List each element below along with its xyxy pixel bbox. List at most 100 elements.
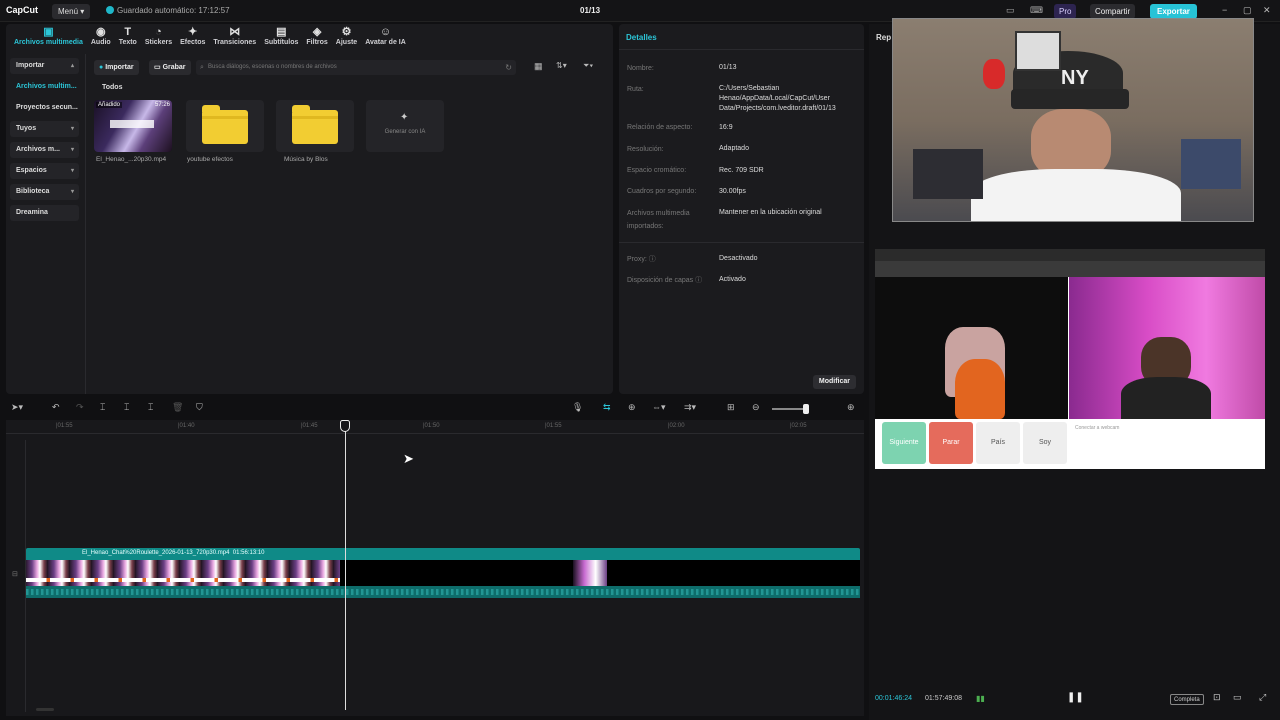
media-card-video[interactable]: Añadido 57:26 — [94, 100, 172, 152]
sidebar-item-label: Proyectos secun... — [16, 104, 78, 111]
sidebar-item-yours[interactable]: Tuyos ▾ — [10, 121, 79, 137]
tab-filters[interactable]: ◈ Filtros — [302, 24, 331, 52]
split-right-icon[interactable]: ⌶ — [148, 402, 153, 413]
sidebar-item-label: Biblioteca — [16, 188, 50, 195]
next-button[interactable]: Siguiente — [882, 422, 926, 464]
playhead-line[interactable] — [345, 420, 346, 710]
tab-adjust[interactable]: ⚙ Ajuste — [332, 24, 361, 52]
search-placeholder: Busca diálogos, escenas o nombres de arc… — [208, 64, 337, 70]
sidebar-item-archives[interactable]: Archivos m... ▾ — [10, 142, 79, 158]
pro-button[interactable]: Pro — [1054, 4, 1077, 19]
detail-key: Espacio cromático: — [627, 167, 687, 174]
sidebar-item-library[interactable]: Biblioteca ▾ — [10, 184, 79, 200]
tab-label: Avatar de IA — [365, 39, 406, 46]
keyboard-icon[interactable]: ⌨ — [1030, 5, 1043, 16]
close-button[interactable]: ✕ — [1263, 5, 1271, 16]
project-title: 01/13 — [580, 6, 601, 15]
sidebar-item-dreamina[interactable]: Dreamina — [10, 205, 79, 221]
redo-icon[interactable]: ↷ — [76, 402, 84, 413]
fullscreen-icon[interactable]: ⤢ — [1259, 692, 1266, 703]
filter-icon[interactable]: ⏷▾ — [583, 61, 593, 71]
screenshot-icon[interactable]: ⊡ — [1213, 692, 1221, 703]
tab-audio[interactable]: ◉ Audio — [87, 24, 115, 52]
search-input[interactable]: ⌕ Busca diálogos, escenas o nombres de ar… — [196, 60, 516, 75]
magnet-icon[interactable]: ⊕ — [628, 402, 636, 413]
tab-text[interactable]: T Texto — [115, 24, 141, 52]
preview-axis-icon[interactable]: ⇉▾ — [684, 402, 696, 413]
ruler-tick: |01:50 — [423, 423, 440, 429]
select-tool-icon[interactable]: ➤▾ — [11, 402, 23, 413]
generate-ai-card[interactable]: ✦ Generar con IA — [366, 100, 444, 152]
pause-icon[interactable]: ❚❚ — [1067, 692, 1084, 703]
clip-duration: 01:56:13:10 — [232, 550, 265, 556]
sidebar-item-label: Espacios — [16, 167, 47, 174]
video-clip-thumbnails[interactable] — [26, 560, 860, 586]
ratio-icon[interactable]: ▭ — [1233, 692, 1242, 703]
delete-icon[interactable]: 🗑 — [172, 402, 183, 413]
timeline-scrollbar[interactable] — [36, 708, 54, 711]
caption-icon[interactable]: ⊞ — [727, 402, 735, 413]
grid-view-icon[interactable]: ▦ — [534, 61, 543, 72]
ruler-tick: |01:45 — [301, 423, 318, 429]
zoom-slider-handle[interactable] — [803, 404, 809, 414]
sidebar-item-spaces[interactable]: Espacios ▾ — [10, 163, 79, 179]
split-left-icon[interactable]: ⌶ — [124, 402, 129, 413]
link-icon[interactable]: ⇆ — [603, 402, 611, 413]
tab-transitions[interactable]: ⋈ Transiciones — [209, 24, 260, 52]
adjust-icon: ⚙ — [341, 26, 352, 38]
snap-icon[interactable]: ⇔▾ — [652, 402, 666, 413]
chevron-down-icon: ▾ — [70, 189, 74, 195]
detail-key: Proxy: ⓘ — [627, 256, 656, 263]
track-lock-icon[interactable]: ⊟ — [12, 570, 18, 578]
record-button[interactable]: ▭ Grabar — [149, 60, 191, 75]
country-button[interactable]: País — [976, 422, 1020, 464]
sidebar-item-secondary-projects[interactable]: Proyectos secun... — [10, 100, 79, 116]
zoom-out-icon[interactable]: ⊖ — [752, 402, 760, 413]
refresh-icon[interactable]: ↻ — [505, 60, 512, 75]
detail-value: 01/13 — [719, 64, 737, 71]
stop-button[interactable]: Parar — [929, 422, 973, 464]
microphone-icon[interactable]: 🎙 — [572, 402, 583, 413]
sidebar-item-import[interactable]: Importar ▴ — [10, 58, 79, 74]
minimize-button[interactable]: − — [1222, 5, 1227, 15]
playhead-handle[interactable] — [340, 420, 350, 432]
split-icon[interactable]: ⌶ — [100, 402, 105, 413]
zoom-in-icon[interactable]: ⊕ — [847, 402, 855, 413]
menu-button[interactable]: Menú ▾ — [52, 4, 91, 19]
tab-stickers[interactable]: ◔ Stickers — [141, 24, 176, 52]
sort-icon[interactable]: ⇅▾ — [556, 61, 567, 70]
maximize-button[interactable]: ▢ — [1243, 5, 1252, 16]
audio-waveform[interactable] — [26, 586, 860, 598]
shirt-shape — [971, 169, 1181, 221]
layout-icon[interactable]: ▭ — [1006, 5, 1015, 16]
chevron-up-icon: ▴ — [70, 63, 74, 69]
media-card-folder[interactable] — [186, 100, 264, 152]
sidebar-item-label: Archivos multim... — [16, 83, 77, 90]
sidebar-item-media-files[interactable]: Archivos multim... — [10, 79, 79, 95]
share-button[interactable]: Compartir — [1090, 4, 1136, 19]
media-card-folder[interactable] — [276, 100, 354, 152]
tab-ai-avatar[interactable]: ☺ Avatar de IA — [361, 24, 410, 52]
preview-screen: Siguiente Parar País Soy Conectar a webc… — [875, 249, 1265, 469]
text-icon: T — [124, 26, 132, 38]
tab-media[interactable]: ▣ Archivos multimedia — [10, 24, 87, 52]
clip-name: El_Henao_Chat%20Roulette_2026-01-13_720p… — [82, 550, 265, 556]
folder-icon — [292, 105, 338, 144]
quality-button[interactable]: Completa — [1170, 694, 1204, 705]
tab-label: Subtítulos — [264, 39, 299, 46]
undo-icon[interactable]: ↶ — [52, 402, 60, 413]
modify-button[interactable]: Modificar — [812, 375, 856, 389]
tab-subtitles[interactable]: ▤ Subtítulos — [260, 24, 302, 52]
tab-effects[interactable]: ✦ Efectos — [176, 24, 209, 52]
video-clip-header[interactable]: El_Henao_Chat%20Roulette_2026-01-13_720p… — [26, 548, 860, 560]
tab-label: Efectos — [180, 39, 206, 46]
shield-icon[interactable]: ⛉ — [196, 402, 203, 413]
time-ruler[interactable]: |01:55 |01:40 |01:45 |01:50 |01:55 |02:0… — [6, 420, 864, 434]
import-button[interactable]: ● Importar — [94, 60, 139, 75]
gender-button[interactable]: Soy — [1023, 422, 1067, 464]
export-label: Exportar — [1157, 7, 1190, 16]
sparkle-icon: ✦ — [400, 112, 409, 123]
export-button[interactable]: Exportar — [1150, 4, 1197, 19]
tab-label: Filtros — [306, 39, 328, 46]
player-title: Rep — [876, 33, 892, 42]
